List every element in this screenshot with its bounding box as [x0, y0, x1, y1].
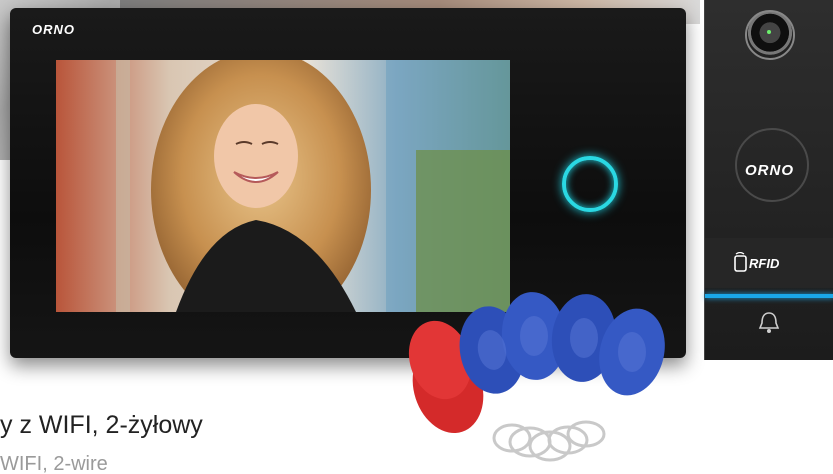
rfid-keyfobs	[408, 292, 665, 462]
rfid-card-icon	[734, 252, 747, 272]
blue-led-strip	[705, 294, 833, 298]
touch-ring-icon	[562, 156, 618, 212]
panel-brand-logo: ORNO	[745, 162, 794, 179]
camera-led-icon	[767, 30, 771, 34]
product-image: ORNO ORNO RFID y z WIFI, 2-żyłowy WIFI, …	[0, 0, 833, 474]
outdoor-door-station: ORNO RFID	[704, 0, 833, 360]
product-caption-english: WIFI, 2-wire	[0, 453, 108, 474]
screen-photo	[56, 60, 510, 312]
monitor-brand-logo: ORNO	[32, 22, 75, 37]
camera-lens-icon	[745, 10, 795, 60]
bell-icon	[758, 312, 780, 333]
rfid-label: RFID	[749, 256, 780, 271]
product-caption-polish: y z WIFI, 2-żyłowy	[0, 411, 203, 439]
monitor-screen	[56, 60, 510, 312]
